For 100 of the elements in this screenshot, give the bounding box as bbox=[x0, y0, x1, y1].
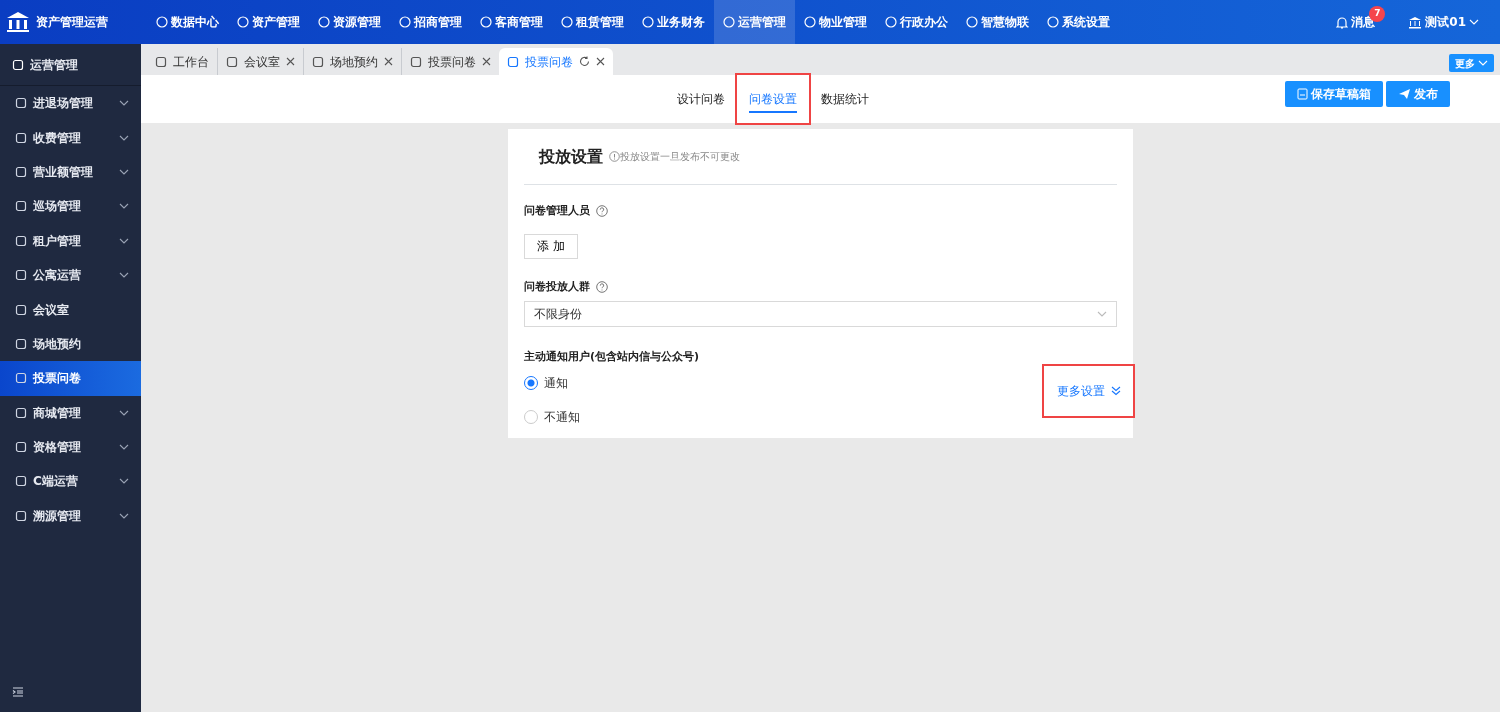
help-icon bbox=[596, 280, 608, 293]
field-label: 问卷管理人员 bbox=[524, 203, 590, 219]
collapse-menu-icon bbox=[12, 686, 24, 697]
sidebar-item[interactable]: C端运营 bbox=[0, 464, 141, 499]
info-icon bbox=[609, 151, 620, 162]
audience-select[interactable]: 不限身份 bbox=[524, 301, 1117, 327]
sub-tab[interactable]: 问卷设置 bbox=[737, 75, 809, 123]
radio-option[interactable]: 不通知 bbox=[524, 399, 580, 434]
top-nav-item[interactable]: 行政办公 bbox=[876, 0, 957, 44]
chevron-down-icon bbox=[119, 409, 129, 416]
square-icon bbox=[410, 55, 422, 68]
circle-icon bbox=[885, 16, 897, 28]
circle-icon bbox=[1047, 16, 1059, 28]
top-nav-item[interactable]: 资产管理 bbox=[228, 0, 309, 44]
chevron-down-icon bbox=[119, 134, 129, 141]
hint-text: 投放设置一旦发布不可更改 bbox=[609, 149, 740, 164]
square-icon bbox=[507, 55, 519, 68]
sidebar-item[interactable]: 营业额管理 bbox=[0, 154, 141, 190]
chevron-down-icon bbox=[1097, 311, 1107, 317]
app-title: 资产管理运营 bbox=[36, 14, 108, 31]
square-icon bbox=[15, 269, 27, 282]
circle-icon bbox=[966, 16, 978, 28]
sidebar-item[interactable]: 资格管理 bbox=[0, 429, 141, 465]
top-nav-item[interactable]: 运营管理 bbox=[714, 0, 795, 44]
square-icon bbox=[15, 200, 27, 213]
chevron-down-icon bbox=[1478, 60, 1488, 66]
close-icon bbox=[286, 57, 295, 66]
square-icon bbox=[15, 234, 27, 247]
field-label: 主动通知用户(包含站内信与公众号) bbox=[524, 349, 701, 365]
sidebar-item[interactable]: 公寓运营 bbox=[0, 257, 141, 293]
square-icon bbox=[15, 509, 27, 522]
sidebar-item[interactable]: 商城管理 bbox=[0, 395, 141, 430]
refresh-icon bbox=[579, 56, 590, 67]
user-menu[interactable]: 测试01 bbox=[1399, 0, 1488, 44]
sidebar-item[interactable]: 场地预约 bbox=[0, 326, 141, 362]
chevron-down-icon bbox=[119, 444, 129, 451]
square-icon bbox=[15, 475, 27, 488]
save-icon bbox=[1297, 88, 1308, 100]
close-icon bbox=[482, 57, 491, 66]
circle-icon bbox=[156, 16, 168, 28]
bell-icon bbox=[1336, 15, 1349, 29]
circle-icon bbox=[723, 16, 735, 28]
section-title: 投放设置 bbox=[539, 145, 603, 168]
close-icon bbox=[596, 57, 605, 66]
circle-icon bbox=[804, 16, 816, 28]
bank-icon bbox=[1408, 15, 1423, 29]
field-label: 问卷投放人群 bbox=[524, 278, 590, 295]
radio-option[interactable]: 通知 bbox=[524, 365, 580, 400]
square-icon bbox=[15, 441, 27, 454]
more-settings-link[interactable]: 更多设置 bbox=[1044, 365, 1133, 416]
chevron-down-icon bbox=[119, 512, 129, 519]
top-nav-item[interactable]: 招商管理 bbox=[390, 0, 471, 44]
double-chevron-icon bbox=[1110, 385, 1121, 396]
top-nav-item[interactable]: 系统设置 bbox=[1038, 0, 1119, 44]
sidebar-item[interactable]: 收费管理 bbox=[0, 120, 141, 155]
square-icon bbox=[15, 165, 27, 178]
top-nav-item[interactable]: 物业管理 bbox=[795, 0, 876, 44]
sidebar-item[interactable]: 租户管理 bbox=[0, 223, 141, 258]
page-tab[interactable]: 投票问卷 bbox=[499, 48, 613, 75]
square-icon bbox=[15, 131, 27, 144]
circle-icon bbox=[642, 16, 654, 28]
top-nav-item[interactable]: 资源管理 bbox=[309, 0, 390, 44]
top-nav-item[interactable]: 智慧物联 bbox=[957, 0, 1038, 44]
square-icon bbox=[15, 97, 27, 110]
chevron-down-icon bbox=[1469, 19, 1479, 25]
circle-icon bbox=[237, 16, 249, 28]
top-nav-item[interactable]: 客商管理 bbox=[471, 0, 552, 44]
sidebar-item[interactable]: 进退场管理 bbox=[0, 86, 141, 121]
top-nav-item[interactable]: 数据中心 bbox=[147, 0, 228, 44]
sub-tab[interactable]: 数据统计 bbox=[809, 75, 881, 123]
top-nav-item[interactable]: 业务财务 bbox=[633, 0, 714, 44]
chevron-down-icon bbox=[119, 237, 129, 244]
chevron-down-icon bbox=[119, 478, 129, 485]
chevron-down-icon bbox=[119, 272, 129, 279]
circle-icon bbox=[561, 16, 573, 28]
chevron-down-icon bbox=[119, 100, 129, 107]
chevron-down-icon bbox=[119, 203, 129, 210]
paper-plane-icon bbox=[1398, 88, 1411, 100]
sidebar-item[interactable]: 巡场管理 bbox=[0, 189, 141, 224]
add-button[interactable]: 添 加 bbox=[524, 233, 578, 259]
bank-icon bbox=[6, 11, 30, 33]
sidebar-item[interactable]: 会议室 bbox=[0, 292, 141, 327]
page-tab[interactable]: 工作台 bbox=[147, 48, 217, 75]
square-icon bbox=[15, 406, 27, 419]
top-nav-item[interactable]: 租赁管理 bbox=[552, 0, 633, 44]
square-icon bbox=[15, 303, 27, 316]
help-icon bbox=[596, 205, 608, 218]
sidebar-item[interactable]: 溯源管理 bbox=[0, 498, 141, 534]
sidebar-title: 运营管理 bbox=[30, 56, 78, 74]
circle-icon bbox=[318, 16, 330, 28]
sidebar-item[interactable]: 投票问卷 bbox=[0, 361, 141, 396]
square-icon bbox=[12, 58, 24, 71]
close-icon bbox=[384, 57, 393, 66]
square-icon bbox=[312, 55, 324, 68]
square-icon bbox=[155, 55, 167, 68]
square-icon bbox=[15, 337, 27, 350]
square-icon bbox=[15, 372, 27, 385]
chevron-down-icon bbox=[119, 168, 129, 175]
square-icon bbox=[226, 55, 238, 68]
sub-tab[interactable]: 设计问卷 bbox=[665, 75, 737, 123]
